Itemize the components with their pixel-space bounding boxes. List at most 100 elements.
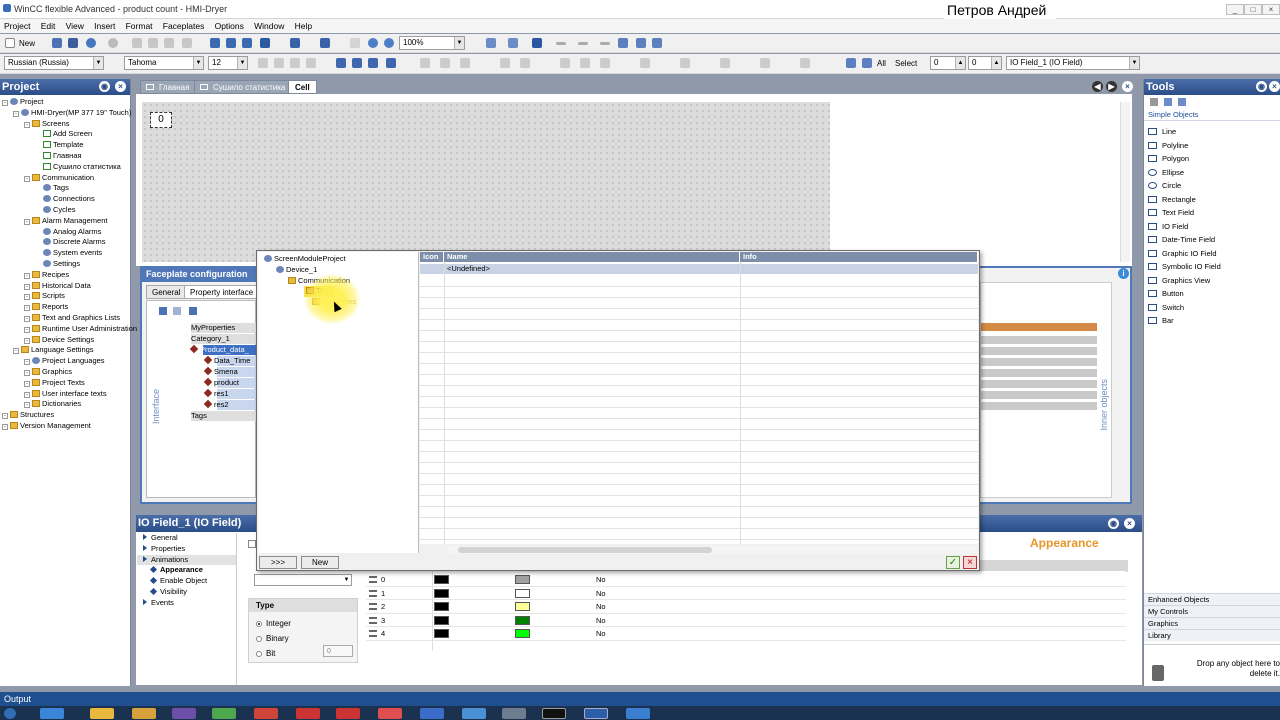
- expand-icon[interactable]: -: [13, 348, 19, 355]
- type-binary-option[interactable]: Binary: [256, 634, 289, 643]
- fill-color-icon[interactable]: [486, 38, 496, 48]
- project-tree-item[interactable]: - Reports: [0, 302, 130, 313]
- foreground-color-swatch[interactable]: [434, 602, 449, 611]
- layers-icon[interactable]: [320, 38, 330, 48]
- inner-row[interactable]: [981, 358, 1097, 366]
- project-tree-item[interactable]: Template: [0, 140, 130, 151]
- more-button[interactable]: >>>: [259, 556, 297, 569]
- new-button[interactable]: New: [19, 39, 35, 48]
- taskbar-viber-icon[interactable]: [172, 708, 196, 719]
- menu-insert[interactable]: Insert: [90, 19, 119, 31]
- language-select[interactable]: Russian (Russia) ▼: [4, 56, 104, 70]
- line-style-icon[interactable]: [556, 42, 566, 45]
- tab-property-interface[interactable]: Property interface: [184, 285, 260, 299]
- pointer-icon[interactable]: [1150, 98, 1158, 106]
- col-info[interactable]: Info: [740, 252, 978, 262]
- inner-row[interactable]: [981, 391, 1097, 399]
- project-tree-item[interactable]: Discrete Alarms: [0, 237, 130, 248]
- type-bit-option[interactable]: Bit: [256, 649, 275, 658]
- tools-section[interactable]: Enhanced Objects: [1144, 593, 1280, 605]
- faceplate-property-item[interactable]: res2: [203, 399, 257, 410]
- tool-item[interactable]: Graphic IO Field: [1144, 247, 1280, 261]
- expand-icon[interactable]: -: [2, 413, 8, 420]
- appearance-row[interactable]: 0 No: [366, 573, 1126, 587]
- spacing-icon[interactable]: [640, 58, 650, 68]
- expand-icon[interactable]: -: [24, 337, 30, 344]
- properties-nav-item[interactable]: Events: [137, 598, 236, 609]
- expand-icon[interactable]: -: [24, 121, 30, 128]
- type-integer-option[interactable]: Integer: [256, 619, 291, 628]
- font-size-select[interactable]: 12 ▼: [208, 56, 248, 70]
- menu-project[interactable]: Project: [0, 19, 34, 31]
- new-icon[interactable]: [5, 38, 15, 48]
- expand-icon[interactable]: -: [24, 380, 30, 387]
- faceplate-property-item[interactable]: res1: [203, 388, 257, 399]
- close-icon[interactable]: ×: [1262, 4, 1280, 15]
- tool-item[interactable]: IO Field: [1144, 220, 1280, 234]
- delete-icon[interactable]: [182, 38, 192, 48]
- project-tree-item[interactable]: Главная: [0, 151, 130, 162]
- background-color-swatch[interactable]: [515, 629, 530, 638]
- tool-item[interactable]: Circle: [1144, 179, 1280, 193]
- align-objects-icon[interactable]: [336, 58, 346, 68]
- project-tree-item[interactable]: - Recipes: [0, 270, 130, 281]
- tool-item[interactable]: Ellipse: [1144, 166, 1280, 180]
- line-color-icon[interactable]: [508, 38, 518, 48]
- screen-canvas[interactable]: 0: [142, 102, 830, 262]
- ok-icon[interactable]: ✓: [946, 556, 960, 569]
- properties-nav-item[interactable]: General: [137, 533, 236, 544]
- project-tree-item[interactable]: Cycles: [0, 205, 130, 216]
- expand-icon[interactable]: -: [24, 326, 30, 333]
- center-icon[interactable]: [760, 58, 770, 68]
- start-icon[interactable]: [4, 708, 16, 719]
- copy-icon[interactable]: [148, 38, 158, 48]
- menu-help[interactable]: Help: [291, 19, 316, 31]
- project-tree-item[interactable]: - Screens: [0, 119, 130, 130]
- inner-row[interactable]: [981, 380, 1097, 388]
- help-icon[interactable]: [652, 38, 662, 48]
- properties-nav-item[interactable]: Enable Object: [137, 576, 236, 587]
- taskbar-app-icon[interactable]: [502, 708, 526, 719]
- menu-format[interactable]: Format: [122, 19, 157, 31]
- project-tree-item[interactable]: - Graphics: [0, 367, 130, 378]
- distribute-icon[interactable]: [352, 58, 362, 68]
- background-color-swatch[interactable]: [515, 588, 530, 598]
- tool-item[interactable]: Bar: [1144, 314, 1280, 328]
- background-color-swatch[interactable]: [515, 575, 530, 584]
- tool-icon[interactable]: [636, 38, 646, 48]
- appearance-row[interactable]: 2 No: [366, 600, 1126, 614]
- rotate-icon[interactable]: [440, 58, 450, 68]
- col-icon[interactable]: Icon: [420, 252, 444, 262]
- height-icon[interactable]: [720, 58, 730, 68]
- tools-section[interactable]: Library: [1144, 629, 1280, 641]
- properties-nav-item[interactable]: Properties: [137, 544, 236, 555]
- send-back-icon[interactable]: [520, 58, 530, 68]
- font-color-icon[interactable]: [532, 38, 542, 48]
- new-tag-button[interactable]: New: [301, 556, 339, 569]
- select-from-field[interactable]: 0 ▲: [930, 56, 966, 70]
- foreground-color-swatch[interactable]: [434, 575, 449, 584]
- layer-all-icon[interactable]: [862, 58, 872, 68]
- project-tree-item[interactable]: - Device Settings: [0, 335, 130, 346]
- menu-faceplates[interactable]: Faceplates: [159, 19, 209, 31]
- expand-icon[interactable]: -: [2, 423, 8, 430]
- appearance-row[interactable]: 1 No: [366, 587, 1126, 600]
- tab-cell[interactable]: Cell: [288, 80, 317, 94]
- close-icon[interactable]: ×: [1124, 518, 1135, 529]
- bold-icon[interactable]: [258, 58, 268, 68]
- faceplate-property-item[interactable]: MyProperties: [191, 323, 257, 333]
- tab-general[interactable]: General: [146, 285, 187, 299]
- dialog-tree-item[interactable]: ScreenModuleProject: [264, 254, 346, 265]
- tab-sushilo[interactable]: Сушило статистика: [194, 80, 293, 94]
- scroll-thumb[interactable]: [458, 547, 712, 553]
- italic-icon[interactable]: [274, 58, 284, 68]
- appearance-row[interactable]: 3 No: [366, 614, 1126, 627]
- open-icon[interactable]: [52, 38, 62, 48]
- tab-next-icon[interactable]: ▶: [1106, 81, 1117, 92]
- align-top-icon[interactable]: [560, 58, 570, 68]
- menu-view[interactable]: View: [62, 19, 88, 31]
- expand-icon[interactable]: -: [24, 272, 30, 279]
- properties-nav-item[interactable]: Animations: [137, 554, 236, 566]
- project-tree-item[interactable]: System events: [0, 248, 130, 259]
- editor-scrollbar[interactable]: [1120, 102, 1130, 262]
